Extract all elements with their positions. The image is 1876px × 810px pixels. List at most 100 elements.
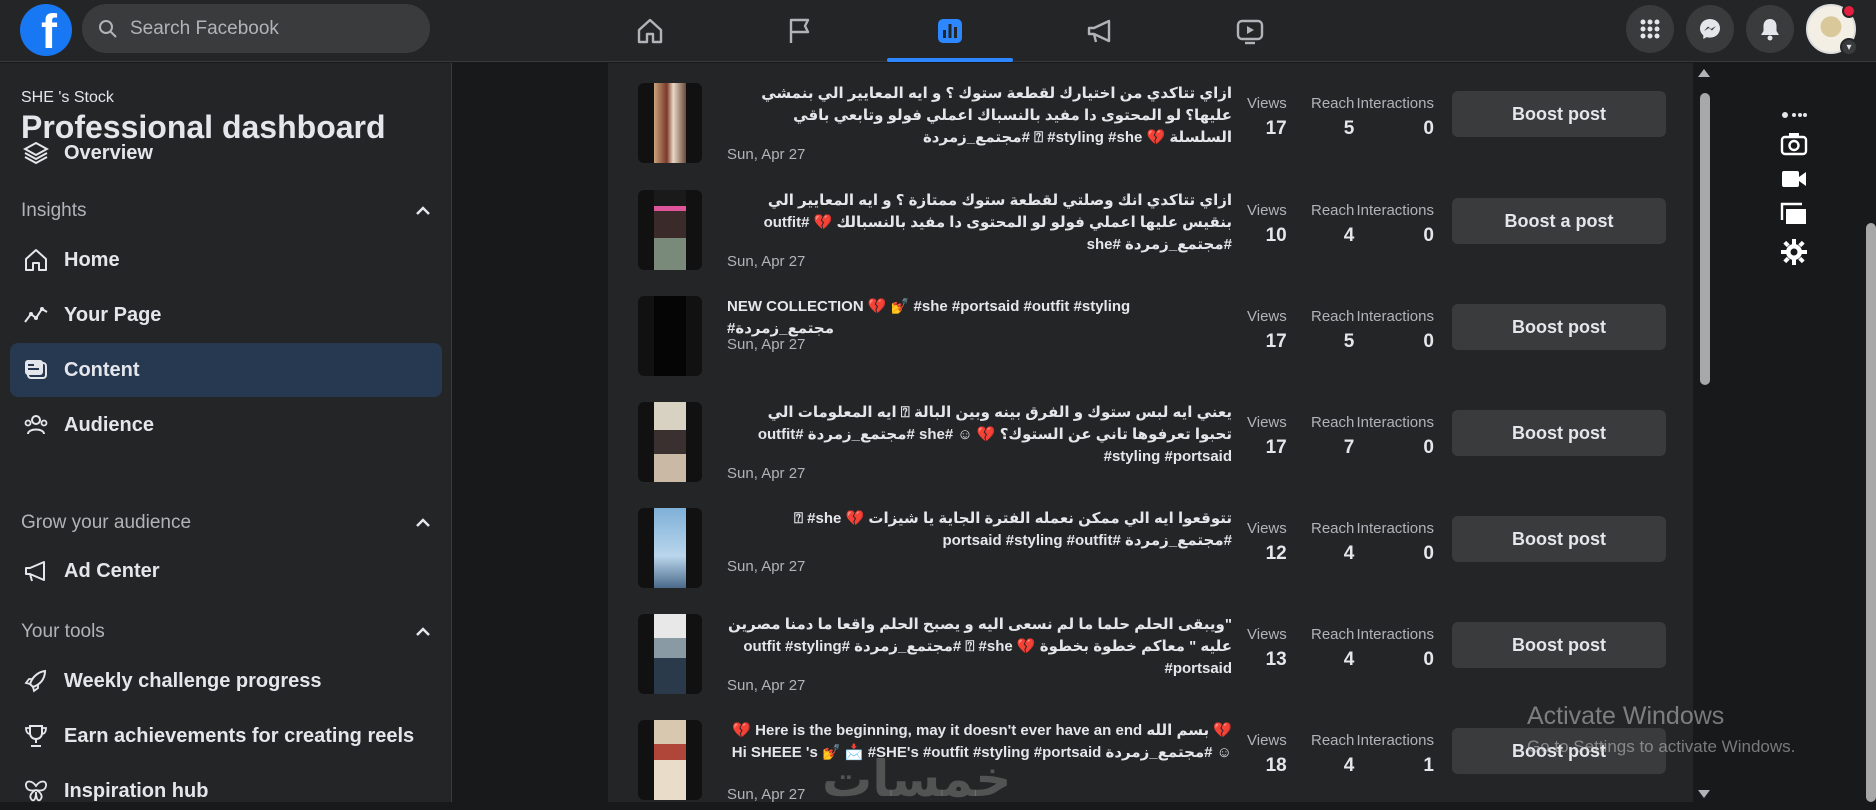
- account-avatar[interactable]: ▾: [1806, 4, 1858, 56]
- boost-post-button[interactable]: Boost a post: [1452, 198, 1666, 244]
- interactions-metric: Interactions 0: [1356, 520, 1434, 564]
- messenger-icon: [1700, 19, 1720, 39]
- page-name: SHE 's Stock: [21, 89, 114, 106]
- interactions-metric: Interactions 0: [1356, 95, 1434, 139]
- sidebar-item-label: Home: [64, 248, 120, 271]
- camera-icon[interactable]: [1780, 132, 1808, 156]
- table-row[interactable]: NEW COLLECTION 💔 💅 #she #portsaid #outfi…: [628, 286, 1673, 386]
- post-thumbnail[interactable]: [638, 508, 702, 588]
- table-row[interactable]: ازاي تتاكدي انك وصلتي لقطعة ستوك ممتازة …: [628, 180, 1673, 280]
- messenger-button[interactable]: [1686, 5, 1734, 53]
- post-text[interactable]: يعني ايه لبس ستوك و الفرق بينه وبين البا…: [727, 402, 1232, 468]
- table-row[interactable]: 💔 بسم الله Here is the beginning, may it…: [628, 710, 1673, 810]
- boost-post-button[interactable]: Boost post: [1452, 516, 1666, 562]
- sidebar-item-content[interactable]: Content: [10, 343, 442, 397]
- video-icon: [1236, 19, 1264, 45]
- sidebar-item-inspiration-hub[interactable]: Inspiration hub: [10, 764, 442, 802]
- menu-button[interactable]: [1626, 5, 1674, 53]
- boost-post-button[interactable]: Boost post: [1452, 304, 1666, 350]
- scroll-thumb[interactable]: [1700, 93, 1710, 385]
- chevron-up-icon[interactable]: [415, 627, 431, 637]
- nav-video[interactable]: [1175, 0, 1325, 62]
- views-metric: Views 17: [1247, 308, 1287, 352]
- section-insights[interactable]: Insights: [21, 196, 431, 226]
- post-thumbnail[interactable]: [638, 83, 702, 163]
- video-camera-icon[interactable]: [1780, 168, 1808, 190]
- search-icon: [99, 19, 117, 38]
- notifications-icon: [1761, 19, 1779, 41]
- dashboard-sidebar: SHE 's Stock Professional dashboard Over…: [0, 63, 452, 802]
- settings-gear-icon[interactable]: [1780, 238, 1808, 266]
- search-box[interactable]: [82, 4, 430, 53]
- sidebar-item-weekly-challenge[interactable]: Weekly challenge progress: [10, 654, 442, 708]
- facebook-logo[interactable]: f: [20, 4, 72, 56]
- chevron-up-icon[interactable]: [415, 518, 431, 528]
- chevron-down-icon[interactable]: ▾: [1840, 38, 1858, 56]
- post-thumbnail[interactable]: [638, 296, 702, 376]
- sidebar-item-ad-center[interactable]: Ad Center: [10, 544, 442, 598]
- windows-activation-subtitle: Go to Settings to activate Windows.: [1527, 737, 1796, 756]
- main-content-area: ازاي تتاكدي من اختيارك لقطعة ستوك ؟ و اي…: [453, 63, 1876, 803]
- notification-dot: [1842, 4, 1856, 18]
- content-posts-panel: ازاي تتاكدي من اختيارك لقطعة ستوك ؟ و اي…: [608, 63, 1693, 803]
- boost-post-button[interactable]: Boost post: [1452, 622, 1666, 668]
- flag-icon: [789, 18, 810, 43]
- nav-dashboard[interactable]: [875, 0, 1025, 62]
- post-thumbnail[interactable]: [638, 614, 702, 694]
- post-text[interactable]: ازاي تتاكدي انك وصلتي لقطعة ستوك ممتازة …: [727, 190, 1232, 256]
- scroll-down-arrow-icon[interactable]: [1698, 790, 1710, 798]
- post-text[interactable]: ازاي تتاكدي من اختيارك لقطعة ستوك ؟ و اي…: [727, 83, 1232, 149]
- sidebar-item-label: Weekly challenge progress: [64, 669, 322, 692]
- copy-icon[interactable]: [1780, 202, 1808, 226]
- right-tools: [1780, 110, 1808, 266]
- chevron-up-icon[interactable]: [415, 206, 431, 216]
- section-grow-audience[interactable]: Grow your audience: [21, 508, 431, 538]
- views-metric: Views 13: [1247, 626, 1287, 670]
- table-row[interactable]: تتوقعوا ايه الي ممكن نعمله الفترة الجاية…: [628, 498, 1673, 598]
- nav-home[interactable]: [575, 0, 725, 62]
- search-input[interactable]: [130, 17, 410, 40]
- butterfly-icon: [20, 775, 52, 802]
- table-row[interactable]: "ويبقى الحلم حلما ما لم نسعى اليه و يصبح…: [628, 604, 1673, 704]
- post-text[interactable]: NEW COLLECTION 💔 💅 #she #portsaid #outfi…: [727, 296, 1232, 340]
- notifications-button[interactable]: [1746, 5, 1794, 53]
- section-your-tools[interactable]: Your tools: [21, 617, 431, 647]
- table-row[interactable]: يعني ايه لبس ستوك و الفرق بينه وبين البا…: [628, 392, 1673, 492]
- post-text[interactable]: تتوقعوا ايه الي ممكن نعمله الفترة الجاية…: [727, 508, 1232, 552]
- sidebar-item-your-page[interactable]: Your Page: [10, 288, 442, 342]
- views-metric: Views 10: [1247, 202, 1287, 246]
- post-text[interactable]: "ويبقى الحلم حلما ما لم نسعى اليه و يصبح…: [727, 614, 1232, 680]
- sidebar-item-label: Content: [64, 358, 140, 381]
- sidebar-item-label: Inspiration hub: [64, 779, 209, 802]
- sidebar-item-label: Audience: [64, 413, 155, 436]
- post-thumbnail[interactable]: [638, 720, 702, 800]
- people-icon: [20, 409, 52, 441]
- post-thumbnail[interactable]: [638, 402, 702, 482]
- top-navigation-bar: f ▾: [0, 0, 1876, 62]
- menu-grid-icon: [1640, 19, 1660, 39]
- content-icon: [20, 354, 52, 386]
- post-thumbnail[interactable]: [638, 190, 702, 270]
- dashboard-icon: [938, 19, 962, 43]
- sidebar-item-overview[interactable]: Overview: [10, 126, 442, 180]
- main-nav-tabs: [575, 0, 1325, 62]
- scroll-up-arrow-icon[interactable]: [1698, 69, 1710, 77]
- layers-icon: [20, 137, 52, 169]
- boost-post-button[interactable]: Boost post: [1452, 91, 1666, 137]
- table-row[interactable]: ازاي تتاكدي من اختيارك لقطعة ستوك ؟ و اي…: [628, 73, 1673, 173]
- nav-ads[interactable]: [1025, 0, 1175, 62]
- boost-post-button[interactable]: Boost post: [1452, 410, 1666, 456]
- sidebar-item-label: Your Page: [64, 303, 162, 326]
- panel-scrollbar[interactable]: [1693, 63, 1715, 802]
- sidebar-item-audience[interactable]: Audience: [10, 398, 442, 452]
- rocket-icon: [20, 665, 52, 697]
- page-scroll-thumb[interactable]: [1866, 223, 1876, 802]
- sidebar-item-earn-achievements[interactable]: Earn achievements for creating reels: [10, 709, 442, 763]
- nav-pages[interactable]: [725, 0, 875, 62]
- views-metric: Views 18: [1247, 732, 1287, 776]
- section-heading: Insights: [21, 200, 87, 221]
- more-dots-icon[interactable]: [1781, 110, 1807, 120]
- post-date: Sun, Apr 27: [727, 253, 806, 270]
- sidebar-item-home[interactable]: Home: [10, 233, 442, 287]
- views-metric: Views 17: [1247, 414, 1287, 458]
